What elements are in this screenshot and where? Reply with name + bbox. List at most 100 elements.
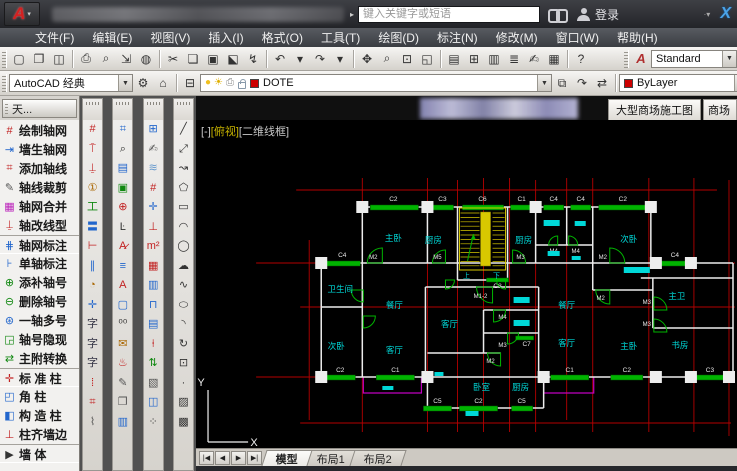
undo-icon[interactable]: ↶	[270, 49, 290, 69]
section-icon[interactable]: ⍿	[144, 335, 163, 355]
column-icon[interactable]: ⊢	[83, 237, 102, 257]
text-style-combo[interactable]: Standard ▼	[651, 49, 737, 68]
toolbar-grip[interactable]	[2, 49, 7, 68]
layer-properties-icon[interactable]: ⊟	[180, 73, 200, 93]
hatch-icon[interactable]: ▨	[174, 393, 193, 413]
dim-chain-icon[interactable]: ⁞	[83, 374, 102, 394]
layer-previous-icon[interactable]: ↷	[572, 73, 592, 93]
linetype-icon[interactable]: Ŀ	[113, 218, 132, 238]
layer-freeze-icon[interactable]: ☀	[214, 78, 223, 88]
palette-item-axis-linetype[interactable]: ⍊ 轴改线型	[0, 216, 79, 235]
new-file-icon[interactable]: ▢	[9, 49, 29, 69]
palette-item-delete-axis-number[interactable]: ⊖ 删除轴号	[0, 292, 79, 311]
palette-item-structural-column[interactable]: ◧ 构 造 柱	[0, 406, 79, 425]
spline-icon[interactable]: ∿	[174, 276, 193, 296]
palette-item-add-axis-number[interactable]: ⊕ 添补轴号	[0, 273, 79, 292]
style-manager-icon[interactable]: ≡	[113, 257, 132, 277]
door-window-icon[interactable]: ◫	[144, 393, 163, 413]
stamp-icon[interactable]: ♨	[113, 354, 132, 374]
properties-icon[interactable]: ▤	[444, 49, 464, 69]
sheet-set-manager-icon[interactable]: ≣	[504, 49, 524, 69]
annotate-icon[interactable]: ✍	[144, 140, 163, 160]
beam-icon[interactable]: 工	[83, 198, 102, 218]
qat-expand-icon[interactable]: ▸	[350, 10, 354, 19]
menu-item-10[interactable]: 帮助(H)	[608, 28, 667, 47]
line-icon[interactable]: ╱	[174, 120, 193, 140]
workspace-settings-icon[interactable]: ⚙	[133, 73, 153, 93]
viewport-visual-style-control[interactable]: [二维线框]	[239, 126, 289, 138]
tee-icon[interactable]: ⊥	[144, 218, 163, 238]
precision-icon[interactable]: ⁰⁰	[113, 315, 132, 335]
window-tool-icon[interactable]: ▢	[113, 296, 132, 316]
make-layer-current-icon[interactable]: ⧉	[552, 73, 572, 93]
chevron-down-icon[interactable]: ▼	[722, 50, 736, 67]
previous-tab-button[interactable]: ◀	[215, 451, 230, 465]
ellipse-arc-icon[interactable]: ◝	[174, 315, 193, 335]
ellipse-icon[interactable]: ⬭	[174, 296, 193, 316]
undo-dropdown-icon[interactable]: ▾	[290, 49, 310, 69]
redo-dropdown-icon[interactable]: ▾	[330, 49, 350, 69]
paste-icon[interactable]: ▣	[203, 49, 223, 69]
markup-set-icon[interactable]: ✍	[524, 49, 544, 69]
list-icon[interactable]: ▤	[144, 315, 163, 335]
axis-number-icon[interactable]: ①	[83, 179, 102, 199]
construction-line-icon[interactable]: ⤢	[174, 140, 193, 160]
view-list-icon[interactable]: ▤	[113, 159, 132, 179]
workspace-combo[interactable]: AutoCAD 经典 ▼	[9, 74, 133, 92]
color-combo[interactable]: ByLayer ▼	[619, 74, 737, 92]
text-tool-icon[interactable]: A	[113, 276, 132, 296]
viewport-minimize-control[interactable]: [-]	[201, 126, 211, 138]
cross-wall-icon[interactable]: ✛	[83, 296, 102, 316]
viewport-controls[interactable]: [-][俯视][二维线框]	[201, 123, 289, 139]
revision-cloud-icon[interactable]: ☁	[174, 257, 193, 277]
hatch-tool-icon[interactable]: ▧	[144, 374, 163, 394]
pan-icon[interactable]: ✥	[357, 49, 377, 69]
arc-icon[interactable]: ◠	[174, 218, 193, 238]
multi-text-icon[interactable]: 字	[83, 354, 102, 374]
cut-icon[interactable]: ✂	[163, 49, 183, 69]
palette-header[interactable]: 天...	[2, 99, 77, 118]
dropdown-caret-icon[interactable]: ·▾	[704, 10, 711, 19]
panel-icon[interactable]: ▥	[113, 413, 132, 433]
quickcalc-icon[interactable]: ▦	[544, 49, 564, 69]
area-icon[interactable]: m²	[144, 237, 163, 257]
application-menu-button[interactable]: A ▾	[4, 2, 40, 26]
layer-translate-icon[interactable]: ⇄	[592, 73, 612, 93]
cabinet-icon[interactable]: ⊓	[144, 296, 163, 316]
palette-item-add-axis[interactable]: ⌗ 添加轴线	[0, 159, 79, 178]
tool-palettes-icon[interactable]: ▥	[484, 49, 504, 69]
point-icon[interactable]: ·	[174, 374, 193, 394]
toolbar-grip[interactable]	[2, 74, 7, 92]
last-tab-button[interactable]: ▶|	[247, 451, 262, 465]
named-view-icon[interactable]: ⌗	[113, 120, 132, 140]
menu-item-3[interactable]: 插入(I)	[199, 28, 252, 47]
help-icon[interactable]: ?	[571, 49, 591, 69]
palette-item-wall[interactable]: ▶ 墙 体	[0, 444, 79, 463]
menu-item-6[interactable]: 绘图(D)	[369, 28, 428, 47]
palette-item-merge-axis[interactable]: ▦ 轴网合并	[0, 197, 79, 216]
viewport-view-control[interactable]: [俯视]	[211, 126, 239, 138]
layer-plot-icon[interactable]: ⎙	[226, 78, 234, 88]
palette-item-axis-number-visibility[interactable]: ◲ 轴号隐现	[0, 330, 79, 349]
layout-tab-模型[interactable]: 模型	[261, 450, 313, 466]
palette-item-axis-dim[interactable]: ⋕ 轴网标注	[0, 235, 79, 254]
zoom-window-icon[interactable]: ⊡	[397, 49, 417, 69]
palette-item-single-axis-dim[interactable]: ⊦ 单轴标注	[0, 254, 79, 273]
redo-icon[interactable]: ↷	[310, 49, 330, 69]
first-tab-button[interactable]: |◀	[199, 451, 214, 465]
wall-icon[interactable]: 〓	[83, 218, 102, 238]
polygon-icon[interactable]: ⬠	[174, 179, 193, 199]
copy-icon[interactable]: ❏	[183, 49, 203, 69]
open-file-icon[interactable]: ❐	[29, 49, 49, 69]
login-button[interactable]: 登录	[595, 6, 619, 23]
menu-item-9[interactable]: 窗口(W)	[547, 28, 608, 47]
double-wall-icon[interactable]: ∥	[83, 257, 102, 277]
plot-style-icon[interactable]: ◍	[136, 49, 156, 69]
workspace-home-icon[interactable]: ⌂	[153, 73, 173, 93]
toolbar-grip[interactable]	[142, 98, 164, 120]
viewport-icon[interactable]: ▣	[113, 179, 132, 199]
publish-icon[interactable]: ⇲	[116, 49, 136, 69]
toolbar-grip[interactable]	[82, 98, 103, 120]
document-tab-0[interactable]: 大型商场施工图	[608, 99, 701, 120]
table-icon[interactable]: ▥	[144, 276, 163, 296]
